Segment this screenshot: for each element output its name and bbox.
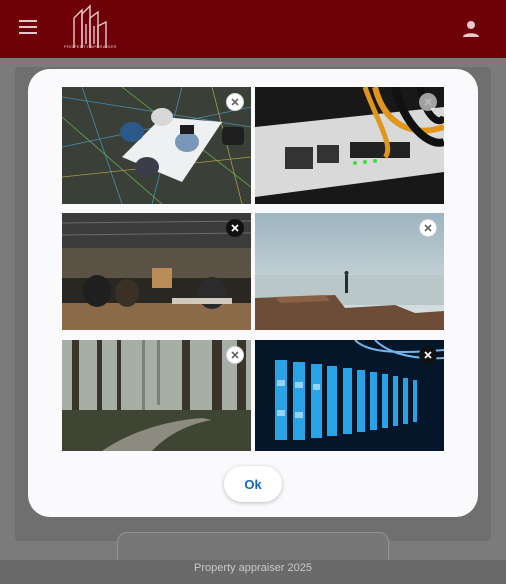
close-icon[interactable] [419,219,437,237]
logo-text: PROPERTY APPRAISER [64,44,117,49]
person-icon[interactable] [461,19,481,39]
footer: Property appraiser 2025 [0,560,506,584]
menu-icon[interactable] [19,20,39,38]
gallery-image[interactable] [255,87,444,204]
gallery-image[interactable] [62,87,251,204]
image-gallery-dialog [28,69,478,517]
gallery-image[interactable] [62,213,251,330]
close-icon[interactable] [226,93,244,111]
ok-button[interactable]: Ok [224,466,282,502]
close-icon[interactable] [419,93,437,111]
gallery-image[interactable] [255,213,444,330]
close-icon[interactable] [419,346,437,364]
app-bar: PROPERTY APPRAISER [0,0,506,58]
close-icon[interactable] [226,346,244,364]
gallery-image[interactable] [255,340,444,451]
close-icon[interactable] [226,219,244,237]
gallery-image[interactable] [62,340,251,451]
